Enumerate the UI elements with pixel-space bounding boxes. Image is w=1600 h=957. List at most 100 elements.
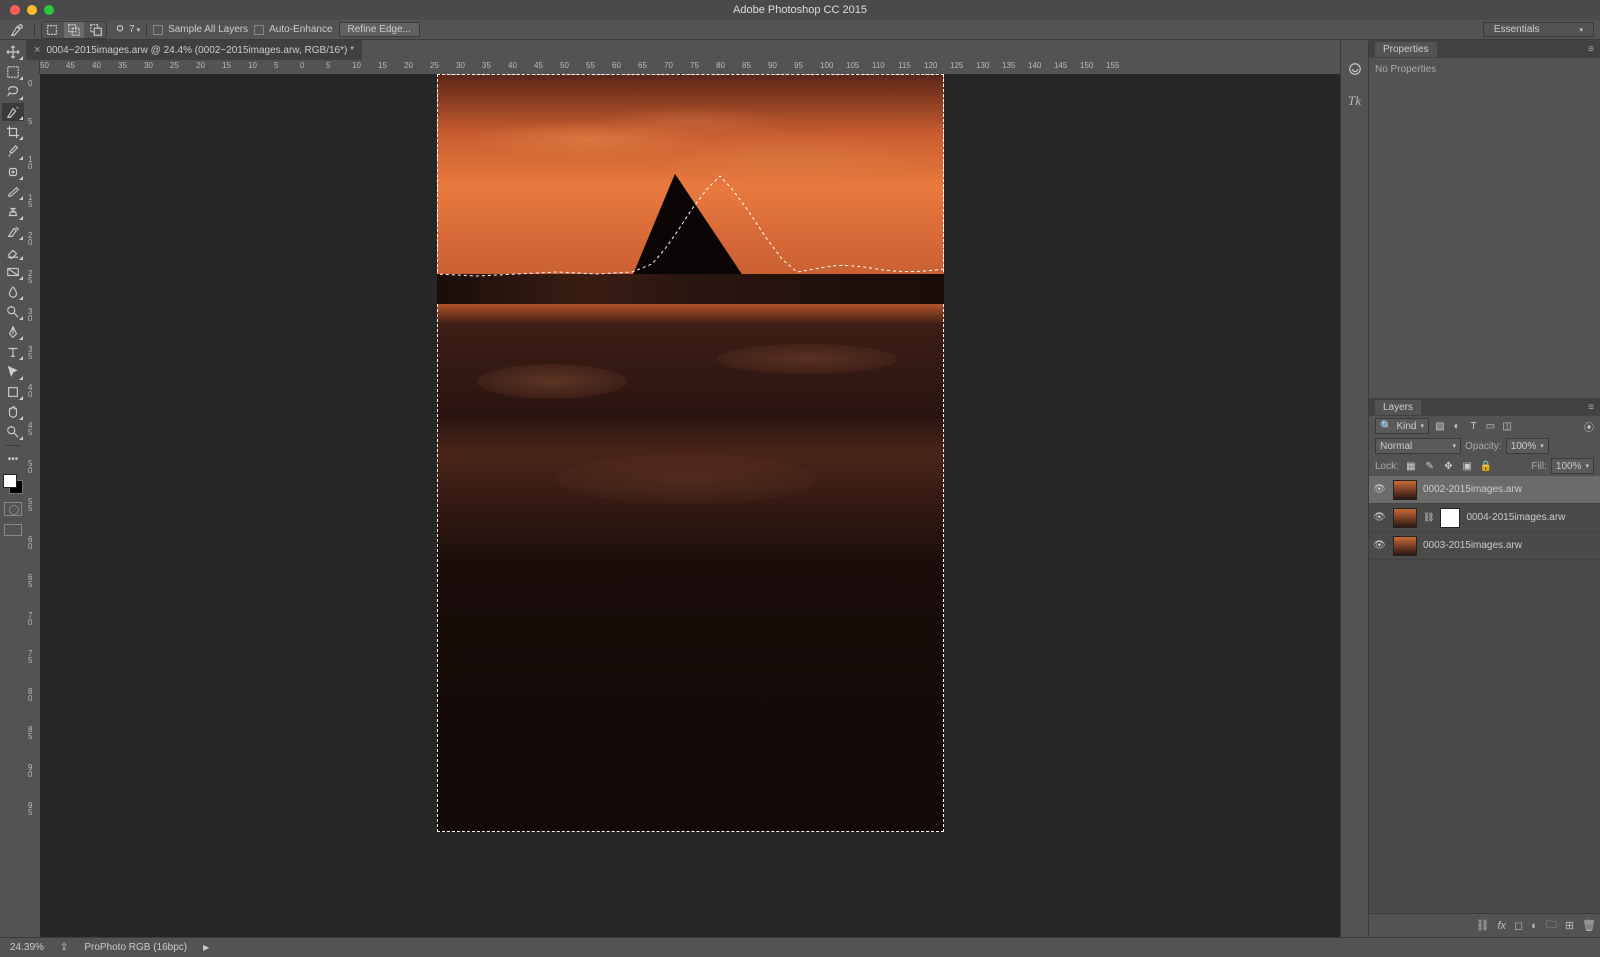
gradient-tool[interactable] bbox=[2, 263, 24, 281]
layers-panel-footer: ⛓ fx ◻ ◐ 🗀 ⊞ 🗑 bbox=[1369, 913, 1600, 937]
typekit-panel-icon[interactable]: Tk bbox=[1346, 92, 1364, 110]
edit-toolbar-button[interactable]: ••• bbox=[2, 450, 24, 468]
shape-tool[interactable] bbox=[2, 383, 24, 401]
document-tab[interactable]: × 0004~2015images.arw @ 24.4% (0002~2015… bbox=[26, 40, 362, 60]
layer-thumbnail[interactable] bbox=[1393, 480, 1417, 500]
export-icon[interactable]: ⇪ bbox=[60, 942, 68, 953]
add-mask-icon[interactable]: ◻ bbox=[1514, 919, 1523, 932]
layers-panel-body: 🔍Kind▾ ▧ ◐ T ▭ ◫ ⦿ Normal▾ Opacity: 100%… bbox=[1369, 416, 1600, 937]
status-bar: 24.39% ⇪ ProPhoto RGB (16bpc) ▶ bbox=[0, 937, 1600, 957]
zoom-window-button[interactable] bbox=[44, 5, 54, 15]
filter-adjustment-icon[interactable]: ◐ bbox=[1450, 419, 1464, 433]
lock-all-icon[interactable]: 🔒 bbox=[1479, 459, 1493, 473]
new-adjustment-icon[interactable]: ◐ bbox=[1531, 920, 1538, 932]
new-group-icon[interactable]: 🗀 bbox=[1546, 916, 1557, 935]
visibility-toggle-icon[interactable]: 👁 bbox=[1373, 540, 1387, 551]
fill-input[interactable]: 100%▾ bbox=[1551, 458, 1594, 474]
layer-filter-kind[interactable]: 🔍Kind▾ bbox=[1375, 418, 1429, 434]
layer-list: 👁 0002-2015images.arw 👁 ⛓ 0004-2015image… bbox=[1369, 476, 1600, 913]
zoom-level[interactable]: 24.39% bbox=[10, 942, 44, 953]
move-tool[interactable] bbox=[2, 43, 24, 61]
brush-tool[interactable] bbox=[2, 183, 24, 201]
new-selection-button[interactable] bbox=[42, 22, 62, 38]
properties-tab[interactable]: Properties bbox=[1375, 42, 1437, 57]
layers-tab[interactable]: Layers bbox=[1375, 400, 1421, 415]
quick-selection-tool[interactable] bbox=[2, 103, 24, 121]
eraser-tool[interactable] bbox=[2, 243, 24, 261]
opacity-input[interactable]: 100%▾ bbox=[1506, 438, 1549, 454]
layer-name[interactable]: 0003-2015images.arw bbox=[1423, 540, 1522, 551]
document-tab-bar: × 0004~2015images.arw @ 24.4% (0002~2015… bbox=[26, 40, 1340, 60]
canvas[interactable] bbox=[40, 74, 1340, 937]
filter-pixel-icon[interactable]: ▧ bbox=[1433, 419, 1447, 433]
sample-all-layers-checkbox[interactable]: Sample All Layers bbox=[153, 24, 248, 35]
screen-mode-button[interactable] bbox=[4, 524, 22, 536]
path-selection-tool[interactable] bbox=[2, 363, 24, 381]
layer-thumbnail[interactable] bbox=[1393, 536, 1417, 556]
layers-panel-header[interactable]: Layers ≡ bbox=[1369, 398, 1600, 416]
properties-panel-body: No Properties bbox=[1369, 58, 1600, 398]
eyedropper-tool[interactable] bbox=[2, 143, 24, 161]
close-window-button[interactable] bbox=[10, 5, 20, 15]
delete-layer-icon[interactable]: 🗑 bbox=[1582, 919, 1596, 932]
link-layers-icon[interactable]: ⛓ bbox=[1475, 919, 1489, 932]
lock-transparency-icon[interactable]: ▦ bbox=[1404, 459, 1418, 473]
layer-name[interactable]: 0002-2015images.arw bbox=[1423, 484, 1522, 495]
properties-panel-menu[interactable]: ≡ bbox=[1588, 44, 1594, 55]
layer-row[interactable]: 👁 0003-2015images.arw bbox=[1369, 532, 1600, 560]
add-to-selection-button[interactable] bbox=[64, 22, 84, 38]
vertical-ruler[interactable]: 051 01 52 02 53 03 54 04 55 05 56 06 57 … bbox=[26, 74, 40, 937]
foreground-color[interactable] bbox=[3, 474, 17, 488]
visibility-toggle-icon[interactable]: 👁 bbox=[1373, 484, 1387, 495]
auto-enhance-checkbox[interactable]: Auto-Enhance bbox=[254, 24, 332, 35]
layer-name[interactable]: 0004-2015images.arw bbox=[1466, 512, 1565, 523]
layer-row[interactable]: 👁 0002-2015images.arw bbox=[1369, 476, 1600, 504]
filter-shape-icon[interactable]: ▭ bbox=[1483, 419, 1497, 433]
dodge-tool[interactable] bbox=[2, 303, 24, 321]
subtract-from-selection-button[interactable] bbox=[86, 22, 106, 38]
lock-position-icon[interactable]: ✥ bbox=[1441, 459, 1455, 473]
layer-row[interactable]: 👁 ⛓ 0004-2015images.arw bbox=[1369, 504, 1600, 532]
document-tab-title: 0004~2015images.arw @ 24.4% (0002~2015im… bbox=[46, 45, 354, 56]
layer-fx-icon[interactable]: fx bbox=[1497, 920, 1506, 932]
new-layer-icon[interactable]: ⊞ bbox=[1565, 919, 1574, 932]
quick-mask-toggle[interactable] bbox=[4, 502, 22, 516]
lock-pixels-icon[interactable]: ✎ bbox=[1423, 459, 1437, 473]
clone-stamp-tool[interactable] bbox=[2, 203, 24, 221]
properties-panel-header[interactable]: Properties ≡ bbox=[1369, 40, 1600, 58]
blend-mode-dropdown[interactable]: Normal▾ bbox=[1375, 438, 1461, 454]
horizontal-ruler[interactable]: 5045403530252015105051015202530354045505… bbox=[26, 60, 1340, 74]
opacity-label: Opacity: bbox=[1465, 441, 1502, 452]
filter-type-icon[interactable]: T bbox=[1467, 419, 1481, 433]
hand-tool[interactable] bbox=[2, 403, 24, 421]
fill-label: Fill: bbox=[1531, 461, 1547, 472]
blur-tool[interactable] bbox=[2, 283, 24, 301]
filter-smart-icon[interactable]: ◫ bbox=[1500, 419, 1514, 433]
filter-toggle[interactable]: ⦿ bbox=[1584, 419, 1594, 434]
type-tool[interactable] bbox=[2, 343, 24, 361]
mask-link-icon[interactable]: ⛓ bbox=[1423, 512, 1434, 523]
close-tab-icon[interactable]: × bbox=[34, 44, 40, 56]
lasso-tool[interactable] bbox=[2, 83, 24, 101]
brush-size-control[interactable]: 7 ▾ bbox=[113, 23, 140, 37]
libraries-panel-icon[interactable] bbox=[1346, 60, 1364, 78]
layer-thumbnail[interactable] bbox=[1393, 508, 1417, 528]
color-swatches[interactable] bbox=[3, 474, 23, 494]
minimize-window-button[interactable] bbox=[27, 5, 37, 15]
crop-tool[interactable] bbox=[2, 123, 24, 141]
layers-panel-menu[interactable]: ≡ bbox=[1588, 402, 1594, 413]
window-titlebar: Adobe Photoshop CC 2015 bbox=[0, 0, 1600, 20]
workspace-selector[interactable]: Essentials▾ bbox=[1483, 22, 1594, 37]
marquee-tool[interactable] bbox=[2, 63, 24, 81]
zoom-tool[interactable] bbox=[2, 423, 24, 441]
refine-edge-button[interactable]: Refine Edge... bbox=[339, 22, 420, 37]
healing-brush-tool[interactable] bbox=[2, 163, 24, 181]
status-flyout-icon[interactable]: ▶ bbox=[203, 943, 209, 952]
history-brush-tool[interactable] bbox=[2, 223, 24, 241]
pen-tool[interactable] bbox=[2, 323, 24, 341]
lock-artboard-icon[interactable]: ▣ bbox=[1460, 459, 1474, 473]
visibility-toggle-icon[interactable]: 👁 bbox=[1373, 512, 1387, 523]
current-tool-indicator[interactable] bbox=[6, 22, 28, 38]
layer-mask-thumbnail[interactable] bbox=[1440, 508, 1460, 528]
document-profile[interactable]: ProPhoto RGB (16bpc) bbox=[84, 942, 187, 953]
